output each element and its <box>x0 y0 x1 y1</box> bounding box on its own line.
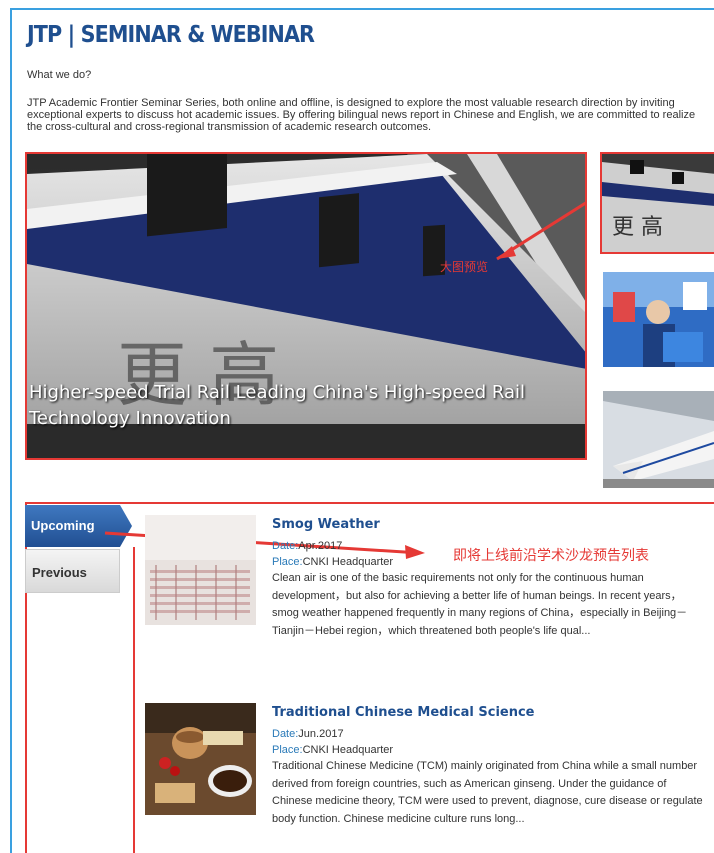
thumbnail-train-image: 更 高 <box>602 154 714 252</box>
item-description: Traditional Chinese Medicine (TCM) mainl… <box>272 760 703 825</box>
item-title[interactable]: Traditional Chinese Medical Science <box>272 703 708 723</box>
annotation-large-preview: 大图预览 <box>440 260 489 274</box>
list-item: Traditional Chinese Medical Science Date… <box>272 703 708 828</box>
intro-paragraph: JTP Academic Frontier Seminar Series, bo… <box>27 97 696 133</box>
svg-text:更 高: 更 高 <box>612 215 663 240</box>
hero-caption[interactable]: Higher-speed Trial Rail Leading China's … <box>29 380 579 432</box>
date-label: Date: <box>272 540 299 552</box>
thumbnail-bullet-train[interactable] <box>603 391 714 488</box>
thumbnail-crowd[interactable] <box>603 272 714 367</box>
item-image-tcm[interactable] <box>145 703 256 815</box>
item-place: Place:CNKI Headquarter <box>272 554 708 570</box>
list-item: Smog Weather Date:Apr.2017 Place:CNKI He… <box>272 515 708 640</box>
item-date: Date:Jun.2017 <box>272 726 708 742</box>
tab-upcoming-label: Upcoming <box>31 518 95 533</box>
item-title[interactable]: Smog Weather <box>272 515 708 535</box>
smog-image <box>145 515 256 625</box>
item-image-smog[interactable] <box>145 515 256 625</box>
thumbnail-crowd-image <box>603 272 714 367</box>
divider <box>133 547 135 853</box>
tab-previous-label: Previous <box>32 565 87 580</box>
date-value: Apr.2017 <box>298 540 343 552</box>
tcm-image <box>145 703 256 815</box>
item-place: Place:CNKI Headquarter <box>272 742 708 758</box>
section-subtitle: What we do? <box>27 69 92 81</box>
thumbnail-bullet-train-image <box>603 391 714 488</box>
place-label: Place: <box>272 744 303 756</box>
place-value: CNKI Headquarter <box>302 744 394 756</box>
hero-slide[interactable]: 更 高 大图预览 Higher-speed Trial Rail Leading… <box>25 152 587 460</box>
item-date: Date:Apr.2017 <box>272 538 708 554</box>
item-description: Clean air is one of the basic requiremen… <box>272 572 688 637</box>
date-value: Jun.2017 <box>298 728 344 740</box>
place-value: CNKI Headquarter <box>302 556 394 568</box>
place-label: Place: <box>272 556 303 568</box>
page-title: JTP | SEMINAR & WEBINAR <box>27 22 315 48</box>
date-label: Date: <box>272 728 299 740</box>
thumbnail-train[interactable]: 更 高 <box>600 152 714 254</box>
